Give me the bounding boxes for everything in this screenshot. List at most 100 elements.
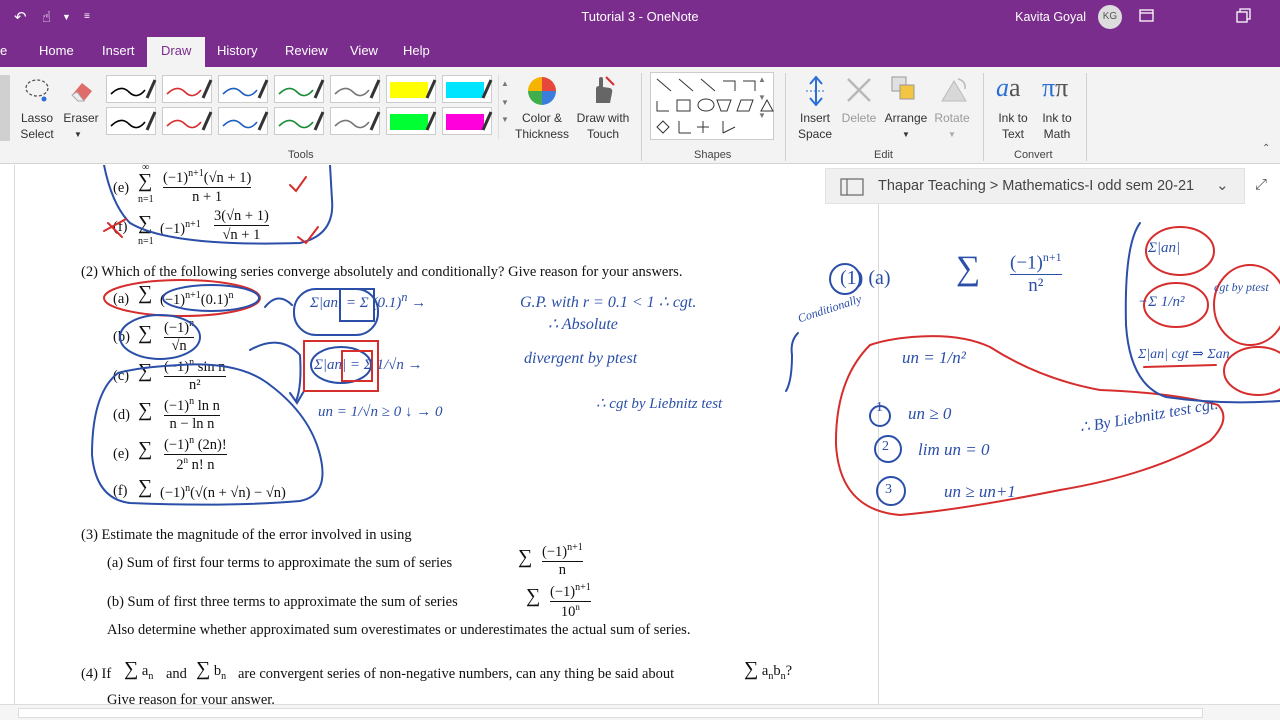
eraser-label[interactable]: Eraser [60,110,102,126]
ink-arrow-q2b[interactable] [249,341,302,402]
pen-swatch[interactable] [330,75,381,103]
ribbon-tabs: e Home Insert Draw History Review View H… [0,34,1280,67]
ink-check-q1e[interactable] [289,176,307,193]
delete-label[interactable]: Delete [838,110,880,126]
ink-mark-q1f[interactable] [103,218,127,238]
pen-swatch[interactable] [218,75,269,103]
pen-swatch[interactable] [386,75,437,103]
pen-swatch[interactable] [274,75,325,103]
restore-window-icon[interactable] [1234,7,1252,25]
shapes-group-label: Shapes [694,149,732,161]
tab-view[interactable]: View [350,43,378,58]
vertical-scrollbar[interactable] [1262,165,1280,704]
tools-group-label: Tools [288,149,314,161]
convert-group-label: Convert [1014,149,1053,161]
draw-with-touch-label[interactable]: Draw with Touch [572,110,634,142]
ink-check-q1f[interactable] [297,226,319,245]
insert-space-icon[interactable] [802,75,830,112]
ink-u3: un ≥ un+1 [944,482,1016,501]
user-name[interactable]: Kavita Goyal [1015,10,1086,24]
breadcrumb-text[interactable]: Thapar Teaching > Mathematics-I odd sem … [878,178,1194,194]
pen-swatch[interactable] [218,107,269,135]
pen-swatch[interactable] [330,107,381,135]
ink-u2: lim un = 0 [918,440,990,459]
ink-bracket[interactable] [785,332,799,392]
ink-sum-an-1: Σ|an| = Σ (0.1)n → [310,290,427,311]
ink-to-text-icon[interactable]: aa [996,73,1021,103]
draw-ribbon: Lasso Select Eraser ▼ ▲ ▼ ▼ Tools Color … [0,67,1280,164]
ink-ellipse-q2b[interactable] [119,314,201,360]
ink-num-2: 2 [882,439,889,454]
pen-swatch[interactable] [162,107,213,135]
avatar[interactable]: KG [1098,5,1122,29]
ink-ellipse-q2a[interactable] [103,279,261,317]
pen-swatch[interactable] [106,75,157,103]
ink-underline-right[interactable] [1143,364,1217,368]
ink-divergent: divergent by ptest [524,350,638,367]
type-tool-button[interactable] [0,75,10,141]
shapes-scroll-icon[interactable]: ▲ ▼ ▼ [758,75,766,120]
ribbon-separator [983,73,984,161]
ribbon-separator [1086,73,1087,161]
shapes-icon[interactable] [651,73,775,141]
ink-right-cgt: Σ|an| cgt ⇒ Σan [1138,347,1230,362]
ink-arrow-q2a[interactable] [264,297,293,308]
ink-to-text-label[interactable]: Ink to Text [992,110,1034,142]
title-bar: ↶ ☝ ▼ ≡ Tutorial 3 - OneNote Kavita Goya… [0,0,1280,34]
ink-loop-q1[interactable] [103,165,334,245]
pen-swatch[interactable] [162,75,213,103]
breadcrumb-chevron-down-icon[interactable]: ⌄ [1216,176,1229,194]
rotate-dropdown-icon[interactable]: ▼ [948,127,956,143]
edit-group-label: Edit [874,149,893,161]
arrange-icon[interactable] [890,75,920,110]
pen-swatch[interactable] [106,107,157,135]
ink-sum-an-2: Σ|an| = Σ 1/√n → [314,357,423,373]
color-thickness-label[interactable]: Color & Thickness [512,110,572,142]
window-title: Tutorial 3 - OneNote [581,9,699,24]
ink-un: un = 1/n² [902,348,966,367]
ink-num-1: 1 [876,400,883,415]
pen-gallery-scroll[interactable]: ▲ ▼ ▼ [498,75,510,139]
eraser-dropdown-icon[interactable]: ▼ [74,127,82,143]
ink-loop-q2cf[interactable] [90,363,324,506]
ink-right-an: Σ|an| [1148,240,1181,256]
pen-swatch[interactable] [442,107,493,135]
tab-review[interactable]: Review [285,43,328,58]
ink-right-recip: −Σ 1/n² [1138,294,1185,310]
insert-space-label[interactable]: Insert Space [794,110,836,142]
page-icon [840,178,864,196]
horizontal-scroll-thumb[interactable] [18,708,1203,718]
lasso-select-icon[interactable] [22,75,52,110]
ink-u1: un ≥ 0 [908,404,952,423]
tab-file-edge[interactable]: e [0,43,7,58]
tab-help[interactable]: Help [403,43,430,58]
ink-to-math-label[interactable]: Ink to Math [1036,110,1078,142]
draw-with-touch-icon[interactable] [588,75,618,110]
rotate-label[interactable]: Rotate [930,110,974,126]
shapes-gallery[interactable] [650,72,774,140]
tab-history[interactable]: History [217,43,257,58]
tab-home[interactable]: Home [39,43,74,58]
color-palette-icon[interactable] [526,75,558,112]
eraser-icon[interactable] [66,75,96,110]
lasso-select-label[interactable]: Lasso Select [16,110,58,142]
ink-absolute: ∴ Absolute [548,316,618,333]
ink-to-math-icon[interactable]: ππ [1042,73,1068,103]
collapse-ribbon-icon[interactable]: ⌃ [1262,143,1270,154]
tab-draw[interactable]: Draw [147,37,206,67]
pen-swatch[interactable] [274,107,325,135]
ink-part1: (1) (a) [840,267,891,289]
delete-icon[interactable] [844,75,874,110]
arrange-label[interactable]: Arrange [882,110,930,126]
ink-ellipse-q2a-term[interactable] [162,284,260,312]
pen-swatch[interactable] [442,75,493,103]
arrange-dropdown-icon[interactable]: ▼ [902,127,910,143]
ink-un-recip: un = 1/√n ≥ 0 ↓ → 0 [318,404,443,420]
ink-right-ptest: cgt by ptest [1214,280,1269,294]
pen-swatch[interactable] [386,107,437,135]
ink-gp-text: G.P. with r = 0.1 < 1 ∴ cgt. [520,294,697,311]
rotate-icon[interactable] [938,75,968,110]
notebook-breadcrumb[interactable]: Thapar Teaching > Mathematics-I odd sem … [825,168,1245,204]
ribbon-display-icon[interactable] [1138,7,1156,25]
tab-insert[interactable]: Insert [102,43,135,58]
